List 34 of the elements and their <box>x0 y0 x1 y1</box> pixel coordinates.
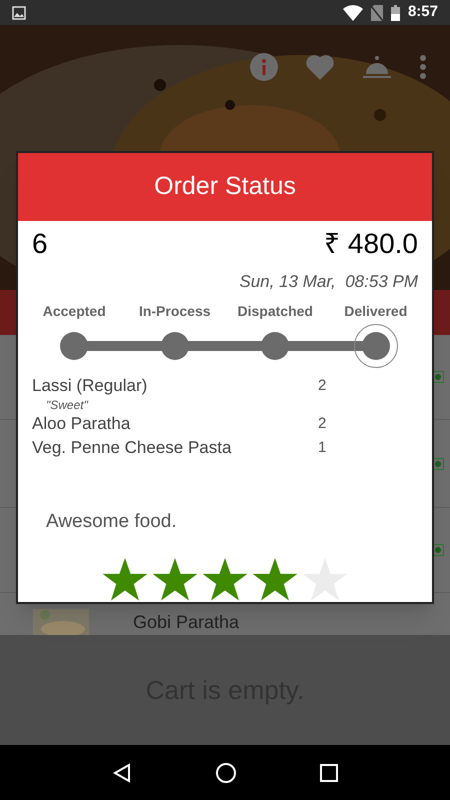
item-quantity: 1 <box>318 438 326 456</box>
step-label: In-Process <box>138 302 211 320</box>
home-icon[interactable] <box>214 762 237 784</box>
info-icon[interactable] <box>250 53 278 81</box>
heart-icon[interactable] <box>306 54 334 80</box>
star-icon[interactable] <box>102 558 148 602</box>
step-label: Accepted <box>42 302 106 321</box>
item-quantity: 2 <box>318 414 326 432</box>
item-name: Lassi (Regular) <box>32 374 148 396</box>
dialog-title: Order Status <box>154 171 296 202</box>
star-icon[interactable] <box>152 558 198 602</box>
order-date: Sun, 13 Mar, 08:53 PM <box>239 271 418 293</box>
star-icon[interactable] <box>252 558 298 602</box>
order-number: 6 <box>32 227 48 261</box>
review-comment: Awesome food. <box>46 510 177 532</box>
star-icon[interactable] <box>202 558 248 602</box>
dish-name: Gobi Paratha <box>133 611 240 633</box>
order-total: ₹ 480.0 <box>324 227 418 261</box>
status-time: 8:57 <box>408 2 438 22</box>
step-label: Dispatched <box>238 302 313 321</box>
item-name: Veg. Penne Cheese Pasta <box>32 436 232 458</box>
star-icon[interactable] <box>302 558 348 602</box>
item-note: "Sweet" <box>45 398 90 412</box>
item-name: Aloo Paratha <box>32 412 132 434</box>
item-quantity: 2 <box>318 376 326 394</box>
image-icon <box>12 6 26 20</box>
step-label: Delivered <box>344 302 408 320</box>
no-sim-icon <box>370 4 383 20</box>
wifi-icon <box>342 4 363 20</box>
back-icon[interactable] <box>112 762 132 782</box>
recents-icon[interactable] <box>320 764 338 782</box>
more-icon[interactable] <box>420 55 426 79</box>
cloche-icon[interactable] <box>362 54 392 80</box>
battery-icon <box>390 4 400 20</box>
